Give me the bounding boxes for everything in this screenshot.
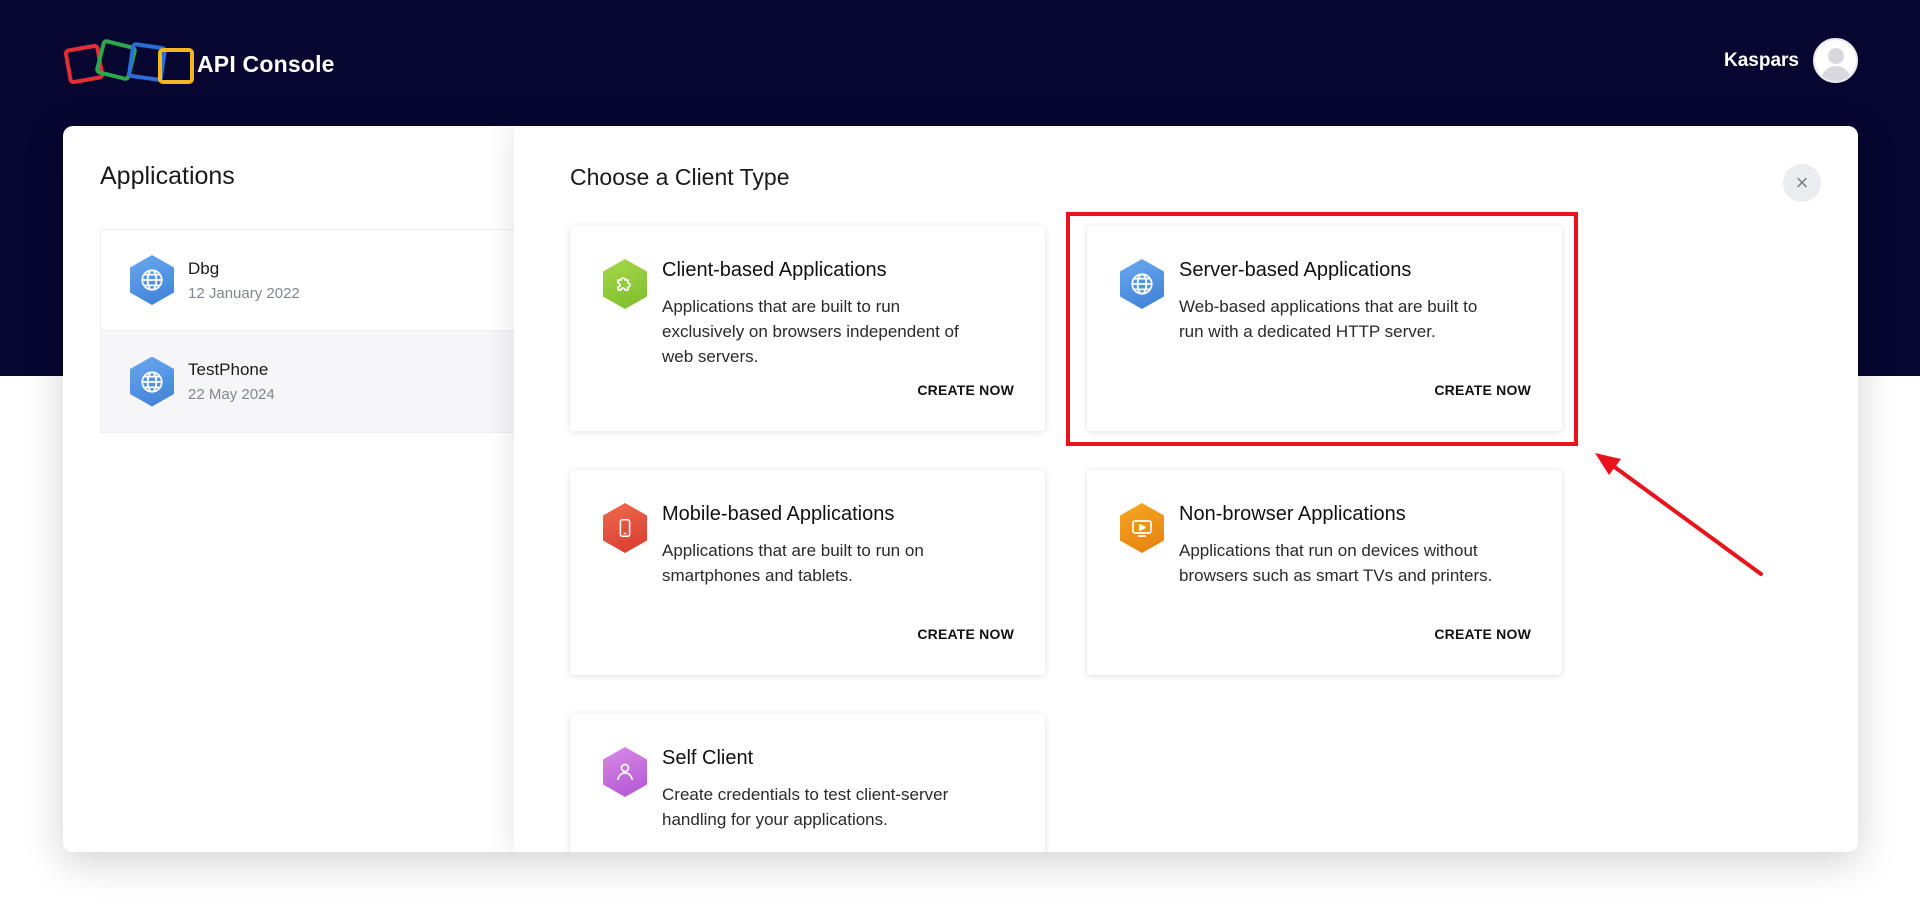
application-name: Dbg	[188, 258, 220, 278]
brand[interactable]: API Console	[62, 38, 335, 90]
close-button[interactable]: ×	[1783, 164, 1821, 202]
client-based-card[interactable]: Client-based Applications Applications t…	[570, 226, 1045, 431]
card-title: Mobile-based Applications	[662, 503, 895, 525]
card-description: Create credentials to test client-server…	[662, 785, 949, 829]
mobile-icon	[603, 503, 647, 553]
card-title: Self Client	[662, 747, 754, 769]
create-now-button[interactable]: CREATE NOW	[917, 626, 1014, 642]
application-date: 12 January 2022	[188, 284, 300, 302]
puzzle-icon	[603, 259, 647, 309]
create-now-button[interactable]: CREATE NOW	[1434, 626, 1531, 642]
client-type-title: Choose a Client Type	[570, 164, 790, 190]
card-description: Applications that are built to run exclu…	[662, 297, 959, 366]
highlight-box	[1066, 212, 1578, 446]
card-title: Client-based Applications	[662, 259, 887, 281]
application-list: Dbg 12 January 2022 TestPhone 22 May 202…	[100, 229, 520, 433]
application-item[interactable]: TestPhone 22 May 2024	[101, 331, 520, 432]
applications-panel: Applications Dbg 12 January 2022 TestPho…	[63, 126, 520, 852]
globe-icon	[130, 356, 174, 407]
application-item[interactable]: Dbg 12 January 2022	[101, 230, 520, 331]
applications-title: Applications	[100, 162, 235, 190]
application-date: 22 May 2024	[188, 386, 275, 403]
user-name: Kaspars	[1724, 49, 1799, 71]
user-icon	[603, 747, 647, 797]
annotation-arrow	[1595, 453, 1763, 576]
user-menu[interactable]: Kaspars	[1724, 38, 1858, 83]
create-now-button[interactable]: CREATE NOW	[917, 382, 1014, 398]
application-name: TestPhone	[188, 360, 269, 379]
zoho-logo	[62, 38, 197, 90]
self-client-card[interactable]: Self Client Create credentials to test c…	[570, 714, 1045, 852]
tv-icon	[1120, 503, 1164, 553]
non-browser-card[interactable]: Non-browser Applications Applications th…	[1087, 470, 1562, 675]
card-description: Applications that are built to run on sm…	[662, 541, 924, 585]
app-title: API Console	[197, 50, 335, 77]
card-title: Non-browser Applications	[1179, 503, 1406, 525]
globe-icon	[130, 255, 174, 305]
card-description: Applications that run on devices without…	[1179, 541, 1493, 585]
mobile-based-card[interactable]: Mobile-based Applications Applications t…	[570, 470, 1045, 675]
avatar[interactable]	[1813, 38, 1858, 83]
